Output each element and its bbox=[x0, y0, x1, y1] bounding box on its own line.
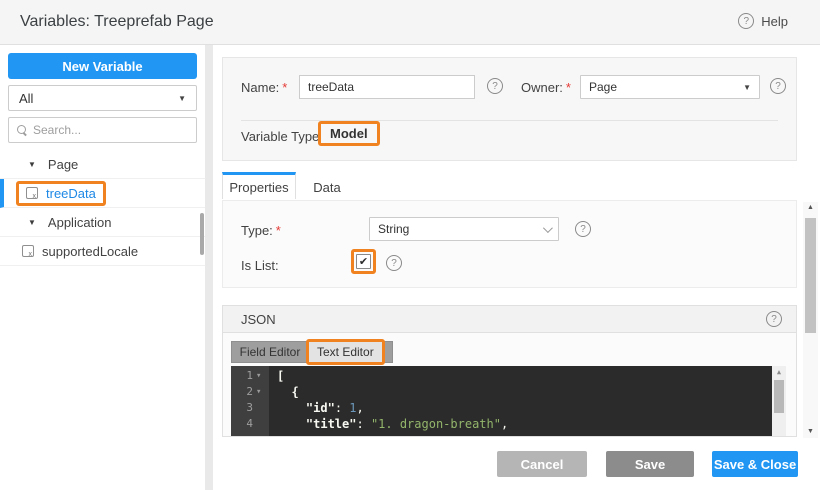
variable-tree: ▼ Page treeData ▼ Application supportedLocale bbox=[0, 150, 205, 266]
collapse-caret-icon[interactable]: ▼ bbox=[28, 218, 36, 227]
line-number: 2 bbox=[231, 384, 253, 400]
field-editor-button[interactable]: Field Editor bbox=[232, 342, 308, 362]
variable-detail-panel: Name:* ? Owner:* Page ▼ ? Variable Type:… bbox=[213, 45, 820, 490]
variable-type-label: Variable Type: bbox=[241, 129, 323, 144]
code-line-1: 1▾ [ bbox=[231, 368, 786, 384]
variable-name-label: supportedLocale bbox=[42, 244, 138, 259]
variable-icon bbox=[22, 245, 34, 257]
annotation-box-treeData: treeData bbox=[16, 181, 106, 206]
required-asterisk: * bbox=[276, 223, 281, 238]
is-list-help-icon[interactable]: ? bbox=[386, 255, 402, 271]
sidebar-item-supportedLocale[interactable]: supportedLocale bbox=[0, 237, 205, 266]
annotation-box-variable-type: Model bbox=[318, 121, 380, 146]
help-icon: ? bbox=[738, 13, 754, 29]
type-help-icon[interactable]: ? bbox=[575, 221, 591, 237]
variable-filter-value: All bbox=[19, 91, 33, 106]
variable-filter-dropdown[interactable]: All ▼ bbox=[8, 85, 197, 111]
dialog-header: Variables: Treeprefab Page ? Help bbox=[0, 0, 820, 45]
code-text: "title": "1. dragon-breath", bbox=[277, 416, 508, 432]
annotation-box-text-editor: Text Editor bbox=[306, 339, 385, 365]
new-variable-button[interactable]: New Variable bbox=[8, 53, 197, 79]
type-dropdown[interactable]: String bbox=[369, 217, 559, 241]
item-content: supportedLocale bbox=[22, 244, 138, 259]
code-line-2: 2▾ { bbox=[231, 384, 786, 400]
group-label: Page bbox=[48, 157, 78, 172]
name-label: Name:* bbox=[241, 80, 287, 95]
code-text: "id": 1, bbox=[277, 400, 364, 416]
json-title: JSON bbox=[241, 312, 276, 327]
json-panel: JSON ? Field Editor Text Editor 1▾ [2▾ {3… bbox=[222, 305, 797, 437]
code-line-4: 4 "title": "1. dragon-breath", bbox=[231, 416, 786, 432]
code-text: { bbox=[277, 384, 299, 400]
line-number: 3 bbox=[231, 400, 253, 416]
variable-search bbox=[8, 117, 197, 143]
json-code-editor[interactable]: 1▾[2▾ {3 "id": 1,4 "title": "1. dragon-b… bbox=[231, 366, 786, 436]
owner-dropdown[interactable]: Page ▼ bbox=[580, 75, 760, 99]
properties-panel: Type:* String ? Is List: ✔ ? bbox=[222, 200, 797, 288]
help-link[interactable]: ? Help bbox=[738, 13, 788, 29]
code-fold-icon[interactable]: ▾ bbox=[256, 368, 261, 384]
code-lines: 1▾[2▾ {3 "id": 1,4 "title": "1. dragon-b… bbox=[231, 366, 786, 432]
tab-properties[interactable]: Properties bbox=[222, 172, 296, 199]
editor-scrollbar[interactable]: ▲ bbox=[772, 366, 786, 436]
code-line-3: 3 "id": 1, bbox=[231, 400, 786, 416]
sidebar-item-treeData[interactable]: treeData bbox=[0, 179, 205, 208]
editor-mode-toggle: Field Editor Text Editor bbox=[231, 341, 393, 363]
help-label: Help bbox=[761, 14, 788, 29]
json-help-icon[interactable]: ? bbox=[766, 311, 782, 327]
json-panel-header: JSON ? bbox=[223, 306, 796, 333]
cancel-button[interactable]: Cancel bbox=[497, 451, 587, 477]
page-title: Variables: Treeprefab Page bbox=[20, 13, 214, 31]
sidebar-group-Page[interactable]: ▼ Page bbox=[0, 150, 205, 179]
name-help-icon[interactable]: ? bbox=[487, 78, 503, 94]
sidebar-divider bbox=[205, 45, 213, 490]
collapse-caret-icon[interactable]: ▼ bbox=[28, 160, 36, 169]
owner-help-icon[interactable]: ? bbox=[770, 78, 786, 94]
variable-icon bbox=[26, 187, 38, 199]
dropdown-arrow-icon: ▼ bbox=[178, 94, 186, 103]
code-text: [ bbox=[277, 368, 284, 384]
chevron-down-icon bbox=[543, 223, 553, 233]
scroll-down-icon[interactable]: ▼ bbox=[803, 426, 818, 438]
type-label: Type:* bbox=[241, 223, 281, 238]
line-number: 4 bbox=[231, 416, 253, 432]
group-label: Application bbox=[48, 215, 112, 230]
owner-label: Owner:* bbox=[521, 80, 571, 95]
sidebar-scrollbar-thumb[interactable] bbox=[200, 213, 204, 255]
sidebar-group-Application[interactable]: ▼ Application bbox=[0, 208, 205, 237]
content-scrollbar[interactable]: ▲ ▼ bbox=[803, 202, 818, 438]
variable-name-label: treeData bbox=[46, 186, 96, 201]
save-button[interactable]: Save bbox=[606, 451, 694, 477]
text-editor-button[interactable]: Text Editor bbox=[309, 342, 382, 362]
variables-sidebar: New Variable All ▼ ▼ Page treeData ▼ Applica… bbox=[0, 45, 205, 490]
search-input[interactable] bbox=[33, 123, 188, 137]
variable-form-panel: Name:* ? Owner:* Page ▼ ? Variable Type:… bbox=[222, 57, 797, 161]
search-icon bbox=[17, 125, 27, 135]
owner-value: Page bbox=[589, 80, 617, 94]
variable-type-value: Model bbox=[330, 126, 368, 141]
tab-data[interactable]: Data bbox=[298, 175, 356, 199]
scroll-up-icon[interactable]: ▲ bbox=[803, 202, 818, 214]
editor-scrollbar-thumb[interactable] bbox=[774, 380, 784, 413]
dropdown-arrow-icon: ▼ bbox=[743, 83, 751, 92]
scroll-up-icon[interactable]: ▲ bbox=[772, 366, 786, 378]
content-scrollbar-thumb[interactable] bbox=[805, 218, 816, 333]
name-input[interactable] bbox=[299, 75, 475, 99]
is-list-label: Is List: bbox=[241, 258, 279, 273]
type-value: String bbox=[378, 222, 409, 236]
is-list-checkbox[interactable]: ✔ bbox=[356, 254, 371, 269]
required-asterisk: * bbox=[282, 80, 287, 95]
annotation-box-is-list: ✔ bbox=[351, 249, 376, 274]
line-number: 1 bbox=[231, 368, 253, 384]
save-and-close-button[interactable]: Save & Close bbox=[712, 451, 798, 477]
code-fold-icon[interactable]: ▾ bbox=[256, 384, 261, 400]
required-asterisk: * bbox=[566, 80, 571, 95]
